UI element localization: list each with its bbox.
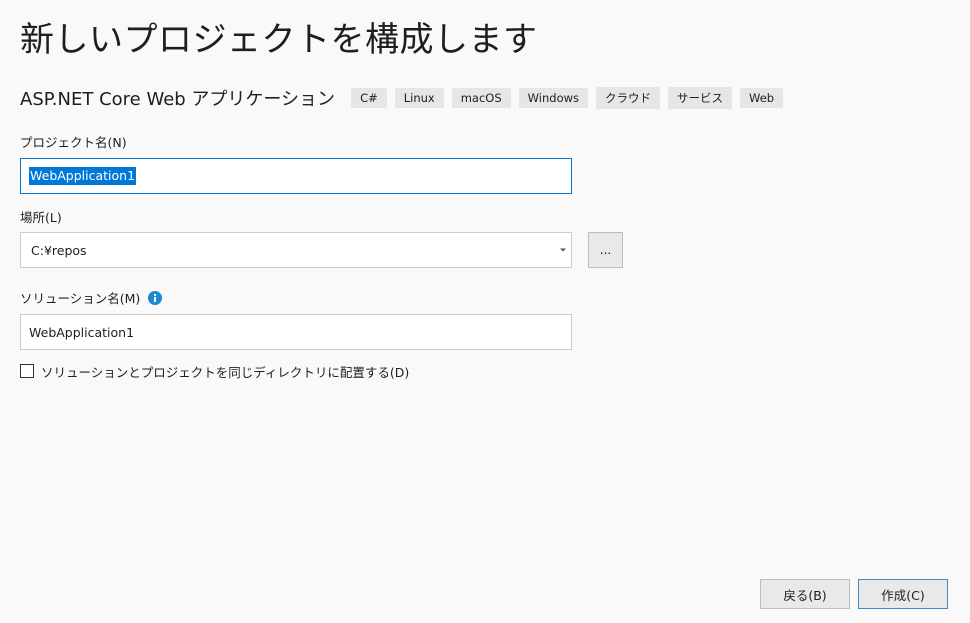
- browse-button-label: ...: [599, 243, 612, 257]
- location-combobox[interactable]: C:¥repos: [20, 232, 572, 268]
- tag-windows: Windows: [518, 88, 589, 108]
- tag-web: Web: [740, 88, 784, 108]
- location-label: 場所(L): [20, 207, 62, 226]
- tag-csharp: C#: [351, 88, 387, 108]
- project-name-label: プロジェクト名(N): [20, 132, 127, 151]
- location-value: C:¥repos: [31, 242, 87, 258]
- configure-project-dialog: 新しいプロジェクトを構成します ASP.NET Core Web アプリケーショ…: [0, 0, 970, 623]
- project-name-input[interactable]: WebApplication1: [20, 158, 572, 194]
- back-button[interactable]: 戻る(B): [760, 579, 850, 609]
- same-directory-label: ソリューションとプロジェクトを同じディレクトリに配置する(D): [41, 364, 410, 380]
- tag-service: サービス: [668, 87, 733, 109]
- location-label-text: 場所(L): [20, 210, 62, 225]
- template-name: ASP.NET Core Web アプリケーション: [20, 89, 336, 110]
- project-name-value: WebApplication1: [29, 167, 137, 185]
- back-button-label: 戻る(B): [783, 587, 827, 603]
- solution-name-label: ソリューション名(M): [20, 288, 163, 307]
- create-button[interactable]: 作成(C): [858, 579, 948, 609]
- tag-cloud: クラウド: [596, 87, 661, 109]
- tag-linux: Linux: [394, 88, 444, 108]
- template-summary: ASP.NET Core Web アプリケーション C# Linux macOS…: [20, 86, 791, 110]
- info-icon[interactable]: [148, 290, 163, 305]
- project-name-label-text: プロジェクト名(N): [20, 135, 127, 150]
- page-title: 新しいプロジェクトを構成します: [20, 20, 538, 60]
- solution-name-label-text: ソリューション名(M): [20, 291, 141, 306]
- solution-name-value: WebApplication1: [29, 324, 135, 340]
- solution-name-input[interactable]: WebApplication1: [20, 314, 572, 350]
- same-directory-option[interactable]: ソリューションとプロジェクトを同じディレクトリに配置する(D): [20, 362, 409, 380]
- same-directory-checkbox[interactable]: [20, 364, 34, 378]
- tag-macos: macOS: [451, 88, 511, 108]
- create-button-label: 作成(C): [881, 587, 925, 603]
- chevron-down-icon[interactable]: [559, 246, 567, 254]
- browse-button[interactable]: ...: [588, 232, 623, 268]
